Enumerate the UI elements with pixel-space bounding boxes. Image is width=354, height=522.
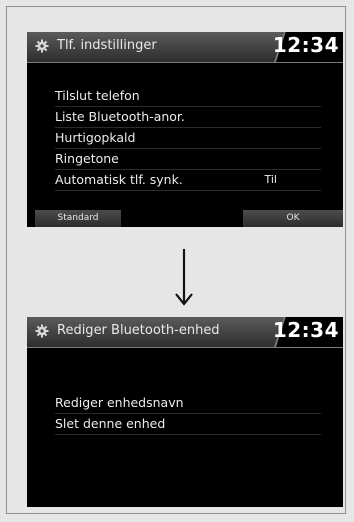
clock: 12:34 [272, 33, 339, 57]
menu-item-label: Tilslut telefon [55, 88, 140, 103]
menu-item-edit-device-name[interactable]: Rediger enhedsnavn [55, 393, 321, 414]
screen-title: Tlf. indstillinger [57, 38, 157, 53]
menu-item-label: Slet denne enhed [55, 416, 166, 431]
header-divider [27, 62, 343, 63]
menu-item-label: Ringetone [55, 151, 119, 166]
ok-button[interactable]: OK [243, 210, 343, 227]
menu-item-label: Automatisk tlf. synk. [55, 172, 183, 187]
settings-menu-list: Tilslut telefon Liste Bluetooth-anor. Hu… [55, 86, 321, 191]
menu-item-bluetooth-list[interactable]: Liste Bluetooth-anor. [55, 107, 321, 128]
header-divider [27, 347, 343, 348]
screen-title: Rediger Bluetooth-enhed [57, 323, 220, 338]
menu-item-label: Liste Bluetooth-anor. [55, 109, 185, 124]
menu-item-auto-sync[interactable]: Automatisk tlf. synk. Til [55, 170, 321, 191]
screen-header: Rediger Bluetooth-enhed 12:34 [27, 317, 343, 347]
menu-item-ringetone[interactable]: Ringetone [55, 149, 321, 170]
device-menu-list: Rediger enhedsnavn Slet denne enhed [55, 393, 321, 435]
menu-item-label: Rediger enhedsnavn [55, 395, 184, 410]
menu-item-label: Hurtigopkald [55, 130, 136, 145]
edit-bluetooth-device-screen: Rediger Bluetooth-enhed 12:34 Rediger en… [27, 317, 343, 507]
figure-frame: Tlf. indstillinger 12:34 Tilslut telefon… [6, 6, 346, 514]
phone-settings-screen: Tlf. indstillinger 12:34 Tilslut telefon… [27, 32, 343, 227]
arrow-down-icon [175, 249, 193, 306]
gear-icon [35, 324, 49, 338]
clock: 12:34 [272, 318, 339, 342]
menu-item-delete-device[interactable]: Slet denne enhed [55, 414, 321, 435]
auto-sync-value: Til [264, 173, 278, 186]
menu-item-tilslut-telefon[interactable]: Tilslut telefon [55, 86, 321, 107]
screen-header: Tlf. indstillinger 12:34 [27, 32, 343, 62]
menu-item-hurtigopkald[interactable]: Hurtigopkald [55, 128, 321, 149]
standard-button[interactable]: Standard [35, 210, 121, 227]
gear-icon [35, 39, 49, 53]
